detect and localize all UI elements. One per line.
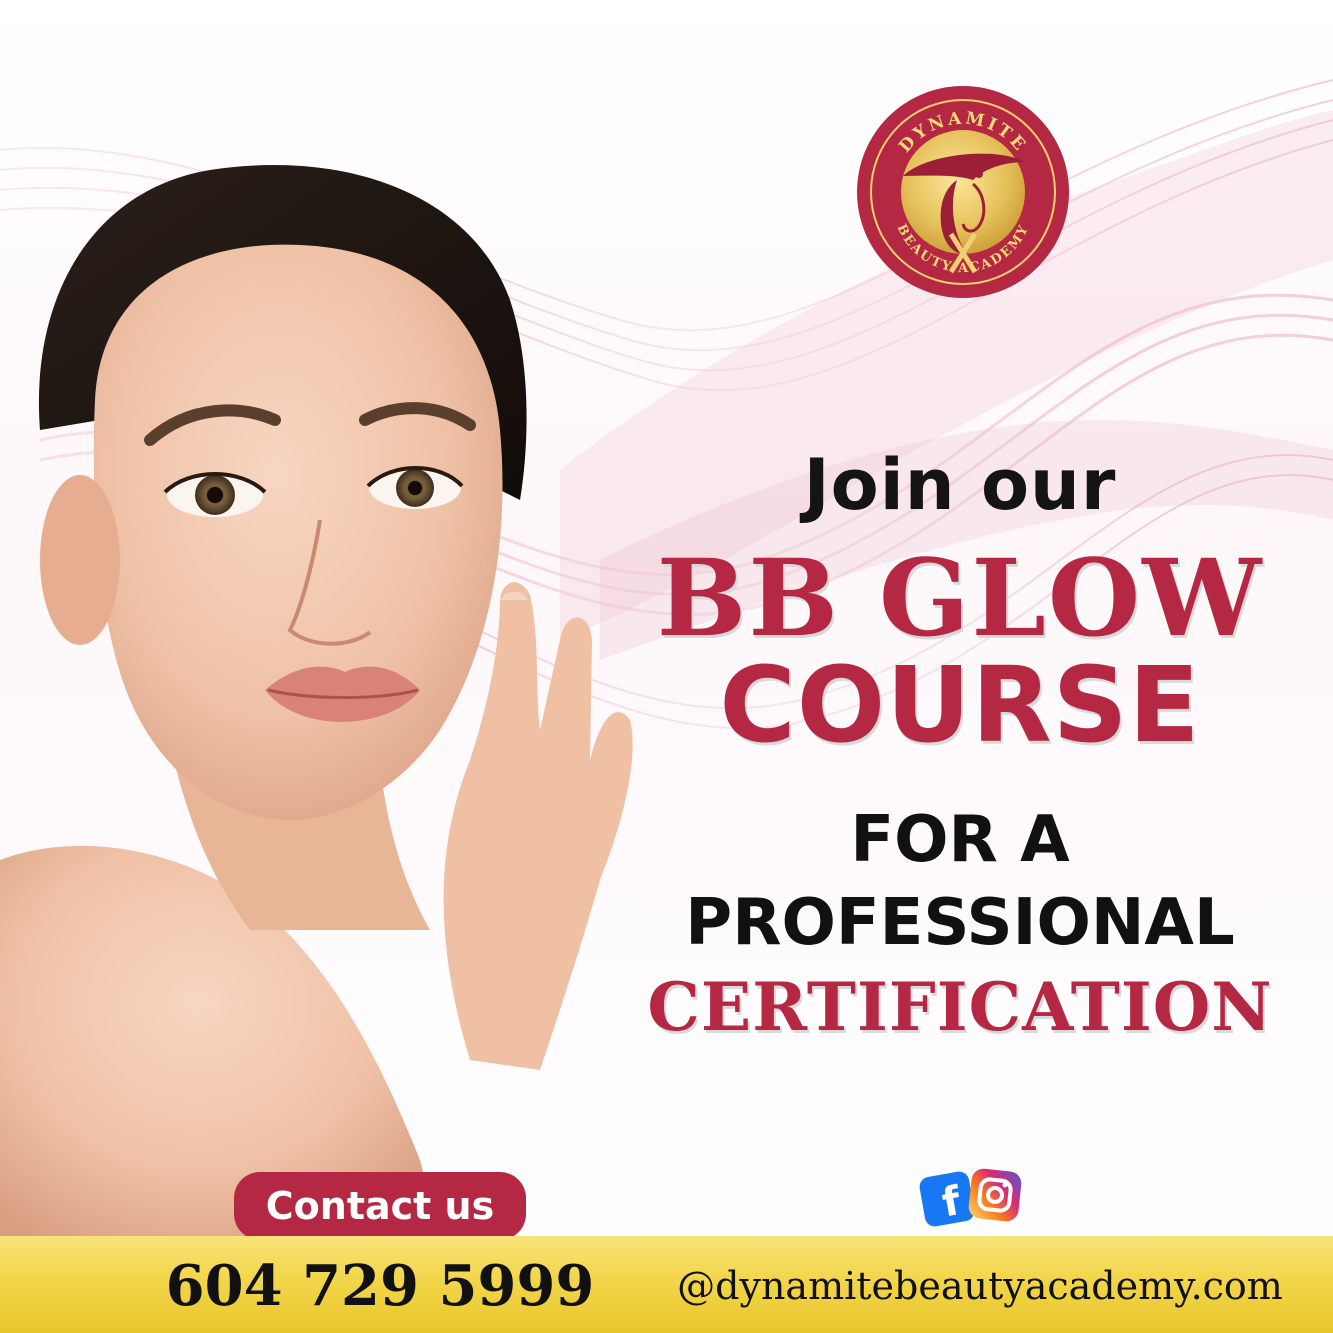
model-portrait <box>0 165 633 1240</box>
headline-for-a: FOR A <box>850 803 1070 877</box>
instagram-icon[interactable] <box>968 1168 1023 1223</box>
headline-course-name: BB GLOW <box>656 535 1264 660</box>
promo-poster: DYNAMITE BEAUTY ACADEMY Join our BB GLOW… <box>0 0 1333 1333</box>
social-icons: f <box>918 1168 1023 1228</box>
contact-us-button[interactable]: Contact us <box>234 1172 526 1240</box>
headline-course: COURSE <box>719 644 1201 766</box>
headline-professional: PROFESSIONAL <box>685 886 1235 960</box>
headline-certification: CERTIFICATION <box>647 968 1273 1046</box>
website-handle[interactable]: @dynamitebeautyacademy.com <box>660 1248 1300 1324</box>
facebook-icon[interactable]: f <box>918 1170 976 1228</box>
academy-logo: DYNAMITE BEAUTY ACADEMY <box>857 86 1069 298</box>
phone-number[interactable]: 604 729 5999 <box>150 1246 610 1326</box>
headline-join: Join our <box>803 444 1117 526</box>
